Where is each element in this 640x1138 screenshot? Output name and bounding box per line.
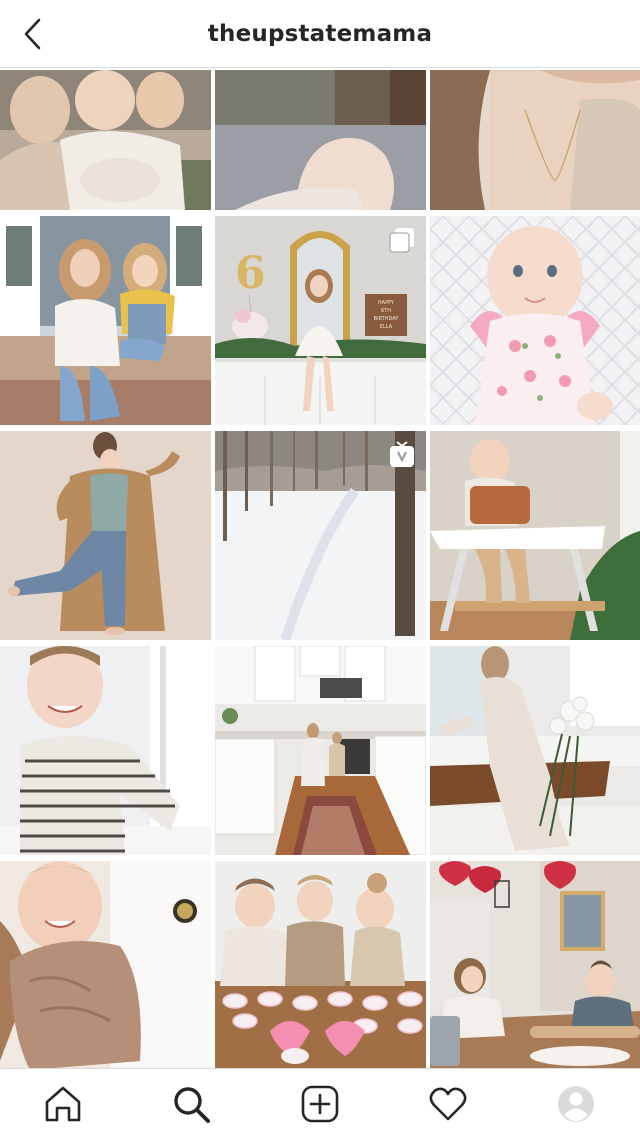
post-tile[interactable] [215, 861, 426, 1070]
post-thumbnail [430, 216, 640, 425]
explore-grid: 6 HAPPY 6TH BIRTHDAY ELLA [0, 70, 640, 1070]
post-tile[interactable] [215, 431, 426, 640]
post-tile[interactable] [430, 861, 640, 1070]
post-thumbnail [215, 861, 426, 1070]
igtv-icon [388, 441, 416, 469]
post-tile[interactable] [0, 216, 211, 425]
svg-text:6: 6 [235, 248, 266, 299]
heart-icon [429, 1087, 467, 1121]
post-tile[interactable] [0, 646, 211, 855]
tab-home[interactable] [40, 1081, 86, 1127]
post-tile[interactable] [430, 431, 640, 640]
post-thumbnail [430, 861, 640, 1070]
tab-profile[interactable] [553, 1081, 599, 1127]
sign-line-1: HAPPY [378, 300, 395, 306]
post-tile[interactable] [0, 431, 211, 640]
post-thumbnail [0, 216, 211, 425]
post-tile[interactable] [215, 70, 426, 210]
post-tile[interactable] [430, 646, 640, 855]
sign-line-3: BIRTHDAY [374, 316, 400, 322]
post-tile[interactable]: 6 HAPPY 6TH BIRTHDAY ELLA [215, 216, 426, 425]
add-post-icon [301, 1085, 339, 1123]
post-thumbnail [0, 646, 211, 855]
sign-line-2: 6TH [381, 308, 391, 314]
tab-activity[interactable] [425, 1081, 471, 1127]
post-tile[interactable] [0, 70, 211, 210]
tab-search[interactable] [168, 1081, 214, 1127]
post-thumbnail [0, 70, 211, 210]
profile-username-title: theupstatemama [207, 20, 433, 47]
post-thumbnail [215, 646, 426, 855]
avatar-icon [558, 1086, 594, 1122]
post-thumbnail [430, 646, 640, 855]
carousel-icon [388, 226, 416, 254]
home-icon [45, 1086, 81, 1122]
post-tile[interactable] [0, 861, 211, 1070]
sign-line-4: ELLA [380, 324, 393, 330]
chevron-left-icon [24, 18, 41, 50]
post-tile[interactable] [430, 216, 640, 425]
top-bar: theupstatemama [0, 0, 640, 68]
back-button[interactable] [22, 14, 66, 54]
post-thumbnail [430, 70, 640, 210]
post-thumbnail [0, 431, 211, 640]
post-thumbnail [215, 70, 426, 210]
post-tile[interactable] [430, 70, 640, 210]
post-thumbnail [0, 861, 211, 1070]
post-thumbnail [430, 431, 640, 640]
search-icon [174, 1087, 210, 1123]
tab-new-post[interactable] [297, 1081, 343, 1127]
bottom-tab-bar [0, 1068, 640, 1138]
post-tile[interactable] [215, 646, 426, 855]
